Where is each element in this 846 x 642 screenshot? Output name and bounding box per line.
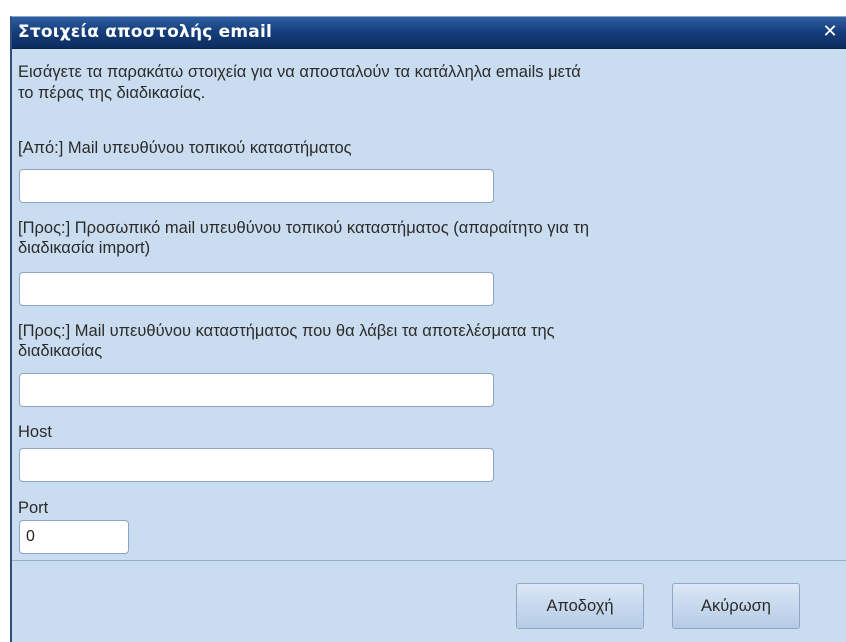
email-settings-dialog: Στοιχεία αποστολής email ✕ Εισάγετε τα π… (10, 16, 846, 642)
from-mail-label: [Από:] Mail υπευθύνου τοπικού καταστήματ… (18, 139, 352, 157)
dialog-title: Στοιχεία αποστολής email (18, 22, 273, 42)
to-results-mail-label-line2: διαδικασίας (18, 342, 103, 360)
to-personal-mail-label-line1: [Προς:] Προσωπικό mail υπευθύνου τοπικού… (18, 219, 590, 237)
dialog-content: Εισάγετε τα παρακάτω στοιχεία για να απο… (12, 50, 846, 560)
host-field[interactable] (19, 448, 494, 482)
from-mail-field[interactable] (19, 169, 494, 203)
close-icon[interactable]: ✕ (818, 20, 842, 44)
to-personal-mail-field[interactable] (19, 272, 494, 306)
title-bar[interactable]: Στοιχεία αποστολής email ✕ (12, 17, 846, 49)
intro-text: Εισάγετε τα παρακάτω στοιχεία για να απο… (18, 62, 818, 104)
accept-button[interactable]: Αποδοχή (516, 583, 644, 629)
background-edge (0, 0, 10, 642)
to-personal-mail-label-line2: διαδικασία import) (18, 239, 151, 257)
to-personal-mail-label: [Προς:] Προσωπικό mail υπευθύνου τοπικού… (18, 218, 589, 258)
to-results-mail-label: [Προς:] Mail υπευθύνου καταστήματος που … (18, 321, 555, 361)
to-results-mail-label-line1: [Προς:] Mail υπευθύνου καταστήματος που … (18, 322, 555, 340)
intro-text-line2: το πέρας της διαδικασίας. (18, 84, 206, 102)
host-label: Host (18, 423, 52, 441)
intro-text-line1: Εισάγετε τα παρακάτω στοιχεία για να απο… (18, 63, 581, 81)
cancel-button[interactable]: Ακύρωση (672, 583, 800, 629)
port-label: Port (18, 499, 49, 517)
port-field[interactable] (19, 520, 129, 554)
button-bar: Αποδοχή Ακύρωση (12, 561, 846, 642)
to-results-mail-field[interactable] (19, 373, 494, 407)
